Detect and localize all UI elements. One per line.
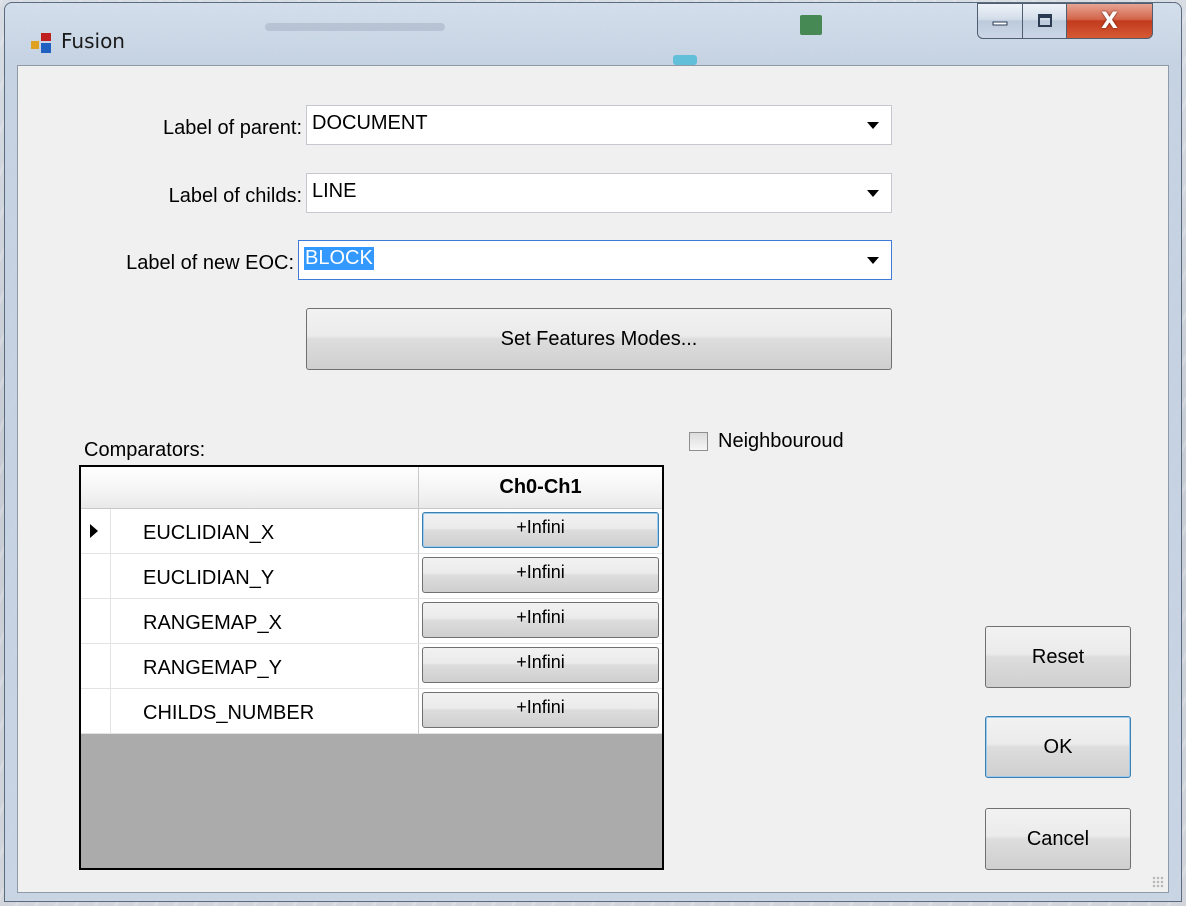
background-blur-detail bbox=[800, 15, 822, 35]
comparator-name-cell[interactable]: EUCLIDIAN_X bbox=[111, 509, 419, 554]
threshold-cell[interactable]: +Infini bbox=[419, 554, 662, 599]
maximize-icon bbox=[1037, 14, 1052, 27]
table-row[interactable]: CHILDS_NUMBER +Infini bbox=[81, 689, 662, 734]
background-blur-detail bbox=[265, 23, 445, 31]
threshold-cell[interactable]: +Infini bbox=[419, 599, 662, 644]
ok-button[interactable]: OK bbox=[985, 716, 1131, 778]
threshold-button[interactable]: +Infini bbox=[422, 692, 659, 728]
parent-label: Label of parent: bbox=[163, 117, 302, 139]
table-row[interactable]: EUCLIDIAN_X +Infini bbox=[81, 509, 662, 554]
background-blur-detail bbox=[673, 55, 697, 65]
caption-buttons: X bbox=[977, 3, 1153, 41]
threshold-button[interactable]: +Infini bbox=[422, 512, 659, 548]
comparator-name-cell[interactable]: RANGEMAP_X bbox=[111, 599, 419, 644]
dropdown-arrow-icon[interactable] bbox=[867, 257, 879, 264]
new-eoc-combobox-value[interactable]: BLOCK bbox=[304, 247, 374, 270]
row-header[interactable] bbox=[81, 689, 111, 734]
comparators-grid[interactable]: Ch0-Ch1 EUCLIDIAN_X +Infini EUCLIDIAN_Y … bbox=[79, 465, 664, 870]
comparators-label: Comparators: bbox=[84, 439, 206, 461]
threshold-button[interactable]: +Infini bbox=[422, 647, 659, 683]
threshold-button[interactable]: +Infini bbox=[422, 602, 659, 638]
cancel-button[interactable]: Cancel bbox=[985, 808, 1131, 870]
row-header[interactable] bbox=[81, 509, 111, 554]
dropdown-arrow-icon[interactable] bbox=[867, 190, 879, 197]
set-features-modes-button[interactable]: Set Features Modes... bbox=[306, 308, 892, 370]
comparator-name-cell[interactable]: RANGEMAP_Y bbox=[111, 644, 419, 689]
column-header-ch0-ch1[interactable]: Ch0-Ch1 bbox=[419, 467, 662, 509]
table-row[interactable]: RANGEMAP_Y +Infini bbox=[81, 644, 662, 689]
reset-button[interactable]: Reset bbox=[985, 626, 1131, 688]
app-icon bbox=[31, 33, 51, 53]
threshold-button[interactable]: +Infini bbox=[422, 557, 659, 593]
row-header[interactable] bbox=[81, 554, 111, 599]
new-eoc-label: Label of new EOC: bbox=[126, 252, 294, 274]
parent-combobox-value[interactable]: DOCUMENT bbox=[312, 112, 428, 135]
close-button[interactable]: X bbox=[1067, 3, 1153, 39]
maximize-button[interactable] bbox=[1023, 3, 1067, 39]
parent-combobox[interactable]: DOCUMENT bbox=[306, 105, 892, 145]
threshold-cell[interactable]: +Infini bbox=[419, 689, 662, 734]
table-row[interactable]: RANGEMAP_X +Infini bbox=[81, 599, 662, 644]
neighbourhood-checkbox[interactable] bbox=[689, 432, 708, 451]
row-header[interactable] bbox=[81, 599, 111, 644]
close-icon: X bbox=[1101, 8, 1118, 34]
current-row-arrow-icon bbox=[90, 524, 98, 538]
comparator-name-cell[interactable]: CHILDS_NUMBER bbox=[111, 689, 419, 734]
new-eoc-combobox[interactable]: BLOCK bbox=[298, 240, 892, 280]
minimize-button[interactable] bbox=[977, 3, 1023, 39]
comparator-name-cell[interactable]: EUCLIDIAN_Y bbox=[111, 554, 419, 599]
threshold-cell[interactable]: +Infini bbox=[419, 644, 662, 689]
childs-combobox[interactable]: LINE bbox=[306, 173, 892, 213]
title-bar[interactable]: Fusion X bbox=[5, 3, 1181, 65]
fusion-window: Fusion X Label of parent: DOCUMENT Label… bbox=[4, 2, 1182, 902]
childs-combobox-value[interactable]: LINE bbox=[312, 180, 356, 203]
minimize-icon bbox=[992, 21, 1008, 26]
threshold-cell[interactable]: +Infini bbox=[419, 509, 662, 554]
childs-label: Label of childs: bbox=[168, 185, 302, 207]
window-title: Fusion bbox=[61, 29, 125, 53]
row-header[interactable] bbox=[81, 644, 111, 689]
grid-corner-header[interactable] bbox=[81, 467, 419, 509]
resize-grip-icon[interactable] bbox=[1152, 876, 1164, 888]
dropdown-arrow-icon[interactable] bbox=[867, 122, 879, 129]
neighbourhood-label[interactable]: Neighbouroud bbox=[718, 430, 844, 453]
grid-header: Ch0-Ch1 bbox=[81, 467, 662, 509]
dialog-client-area: Label of parent: DOCUMENT Label of child… bbox=[17, 65, 1169, 893]
table-row[interactable]: EUCLIDIAN_Y +Infini bbox=[81, 554, 662, 599]
